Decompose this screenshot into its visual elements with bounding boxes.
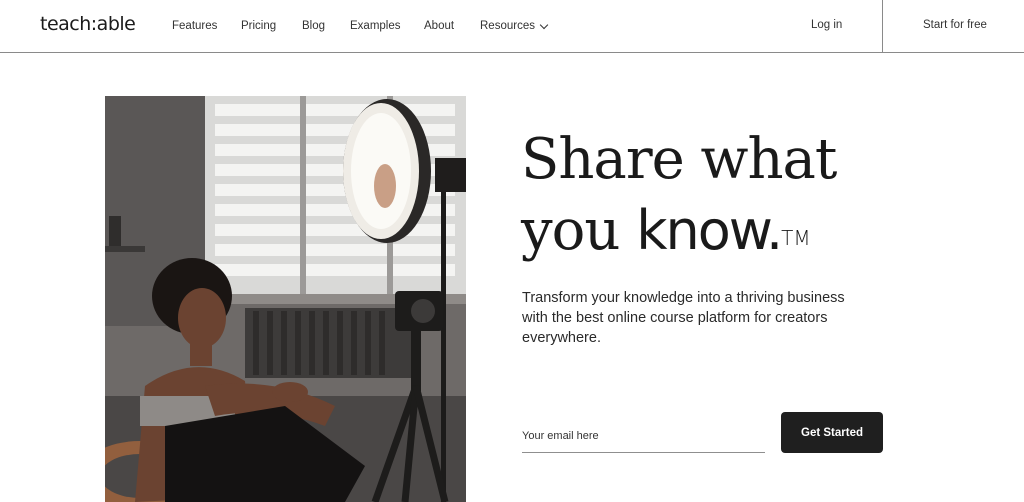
nav-about[interactable]: About (424, 20, 454, 32)
trademark-mark: TM (781, 226, 811, 250)
nav-features[interactable]: Features (172, 20, 217, 32)
teachable-logo[interactable]: teach:able (40, 13, 136, 35)
hero-photo (105, 96, 466, 502)
nav-divider (882, 0, 883, 52)
nav-examples[interactable]: Examples (350, 20, 401, 32)
email-input[interactable] (522, 420, 765, 453)
top-navbar: teach:able Features Pricing Blog Example… (0, 0, 1024, 53)
headline-know: know. (636, 199, 783, 262)
nav-resources-label: Resources (480, 20, 535, 32)
nav-pricing[interactable]: Pricing (241, 20, 276, 32)
headline-you: you (521, 198, 637, 263)
nav-resources[interactable]: Resources (480, 20, 549, 32)
nav-blog[interactable]: Blog (302, 20, 325, 32)
headline-line-1: Share what (521, 127, 837, 192)
start-for-free-button[interactable]: Start for free (923, 19, 987, 31)
chevron-down-icon (539, 20, 549, 29)
headline-line-2: you know.TM (521, 195, 901, 266)
hero-headline: Share what you know.TM (521, 124, 901, 266)
login-link[interactable]: Log in (811, 19, 842, 31)
hero-photo-illustration (105, 96, 466, 502)
hero-subtext: Transform your knowledge into a thriving… (522, 290, 845, 346)
get-started-button[interactable]: Get Started (781, 412, 883, 453)
